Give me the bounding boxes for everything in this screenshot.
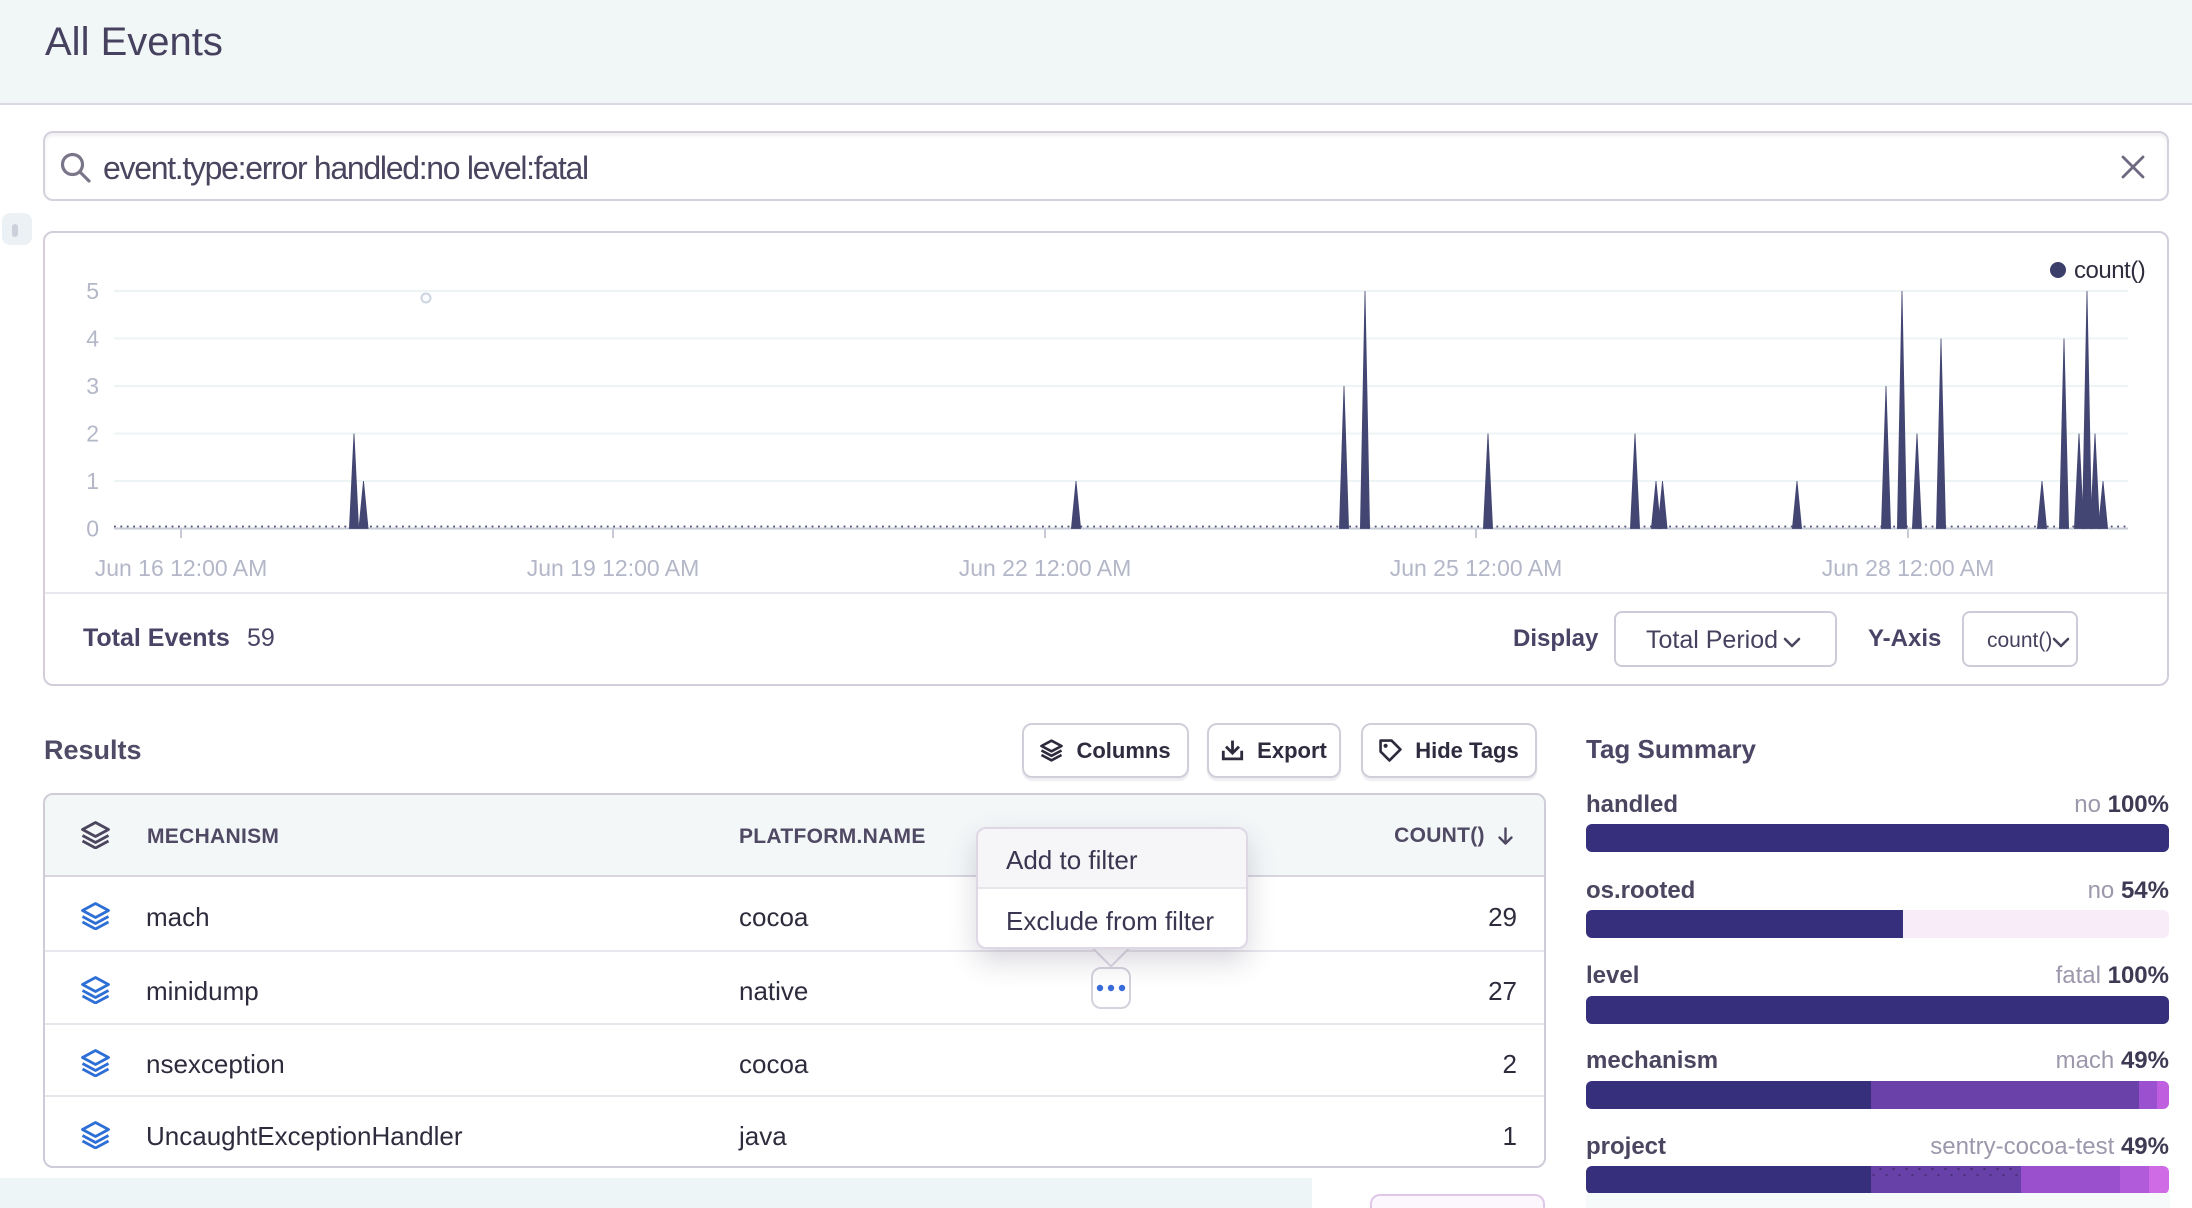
svg-text:count(): count()	[2074, 257, 2145, 284]
svg-text:2: 2	[86, 421, 99, 447]
svg-text:5: 5	[86, 278, 99, 304]
svg-text:Jun 22 12:00 AM: Jun 22 12:00 AM	[959, 555, 1132, 581]
svg-text:Jun 19 12:00 AM: Jun 19 12:00 AM	[527, 555, 700, 581]
svg-text:0: 0	[86, 516, 99, 542]
svg-text:1: 1	[86, 468, 99, 494]
svg-text:3: 3	[86, 373, 99, 399]
svg-text:Jun 25 12:00 AM: Jun 25 12:00 AM	[1390, 555, 1563, 581]
svg-text:Jun 28 12:00 AM: Jun 28 12:00 AM	[1822, 555, 1995, 581]
svg-text:4: 4	[86, 326, 99, 352]
svg-text:Jun 16 12:00 AM: Jun 16 12:00 AM	[95, 555, 268, 581]
